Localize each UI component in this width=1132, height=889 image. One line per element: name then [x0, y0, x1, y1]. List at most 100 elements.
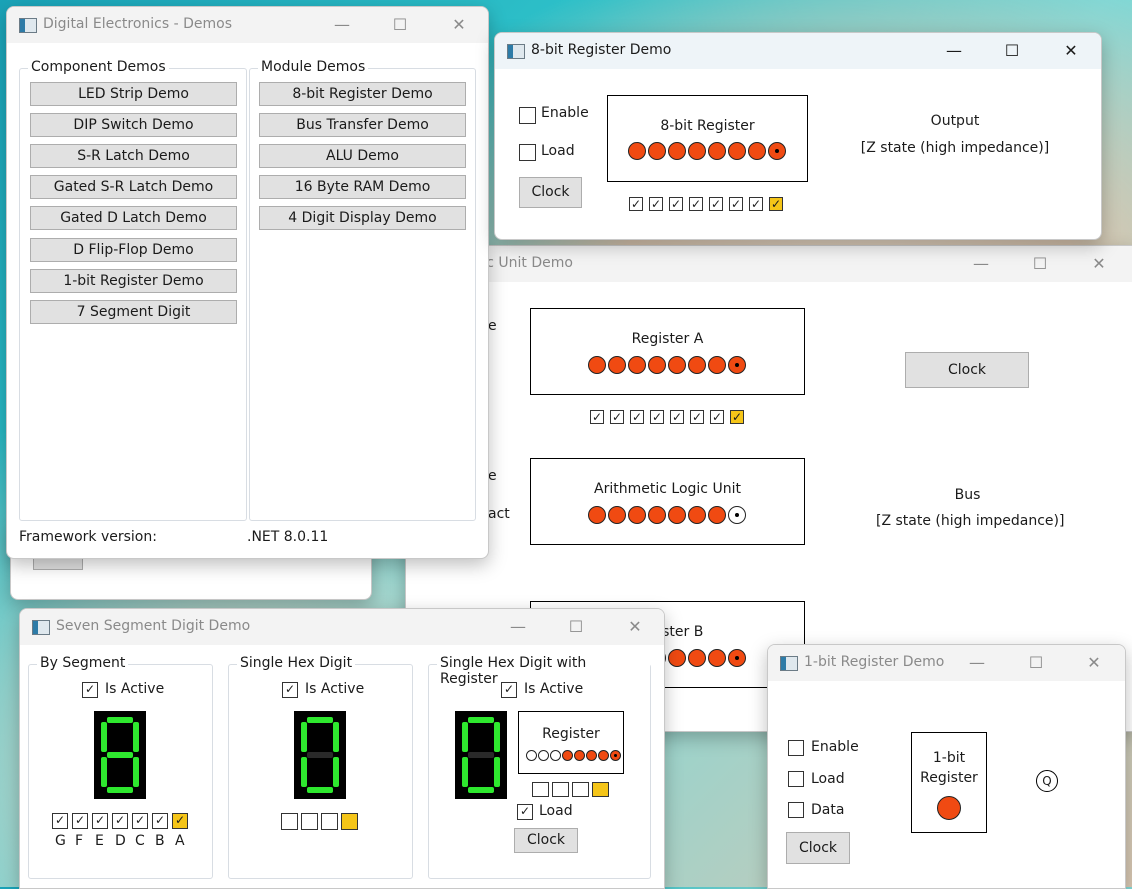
data-label: Data	[811, 802, 845, 818]
bit-checkbox[interactable]: ✓	[610, 410, 624, 424]
is-active-checkbox[interactable]: ✓	[501, 682, 517, 698]
segment-checkbox[interactable]: ✓	[152, 813, 168, 829]
bit-checkbox[interactable]: ✓	[649, 197, 663, 211]
minimize-icon[interactable]: —	[969, 252, 993, 276]
is-active-label: Is Active	[105, 681, 165, 697]
hex-bit-checkbox[interactable]	[321, 813, 338, 830]
segment-g	[468, 752, 494, 758]
window-app-icon	[780, 656, 798, 671]
enable-checkbox[interactable]	[788, 740, 804, 756]
load-checkbox[interactable]	[519, 144, 536, 161]
close-icon[interactable]: ✕	[1059, 39, 1083, 63]
d-flip-flop-demo-button[interactable]: D Flip-Flop Demo	[30, 238, 237, 262]
led	[608, 506, 626, 524]
bus-transfer-demo-button[interactable]: Bus Transfer Demo	[259, 113, 466, 137]
bit-checkbox[interactable]: ✓	[769, 197, 783, 211]
dip-switch-demo-button[interactable]: DIP Switch Demo	[30, 113, 237, 137]
load-checkbox[interactable]	[788, 771, 804, 787]
segment-checkbox[interactable]: ✓	[92, 813, 108, 829]
maximize-icon[interactable]: ☐	[1028, 252, 1052, 276]
segment-c	[333, 757, 339, 787]
alu-titlebar[interactable]: Arithmetic Logic Unit Demo — ☐ ✕	[406, 246, 1132, 282]
is-active-checkbox[interactable]: ✓	[82, 682, 98, 698]
hex-bit-checkbox[interactable]	[281, 813, 298, 830]
register8-clock-button[interactable]: Clock	[519, 177, 582, 208]
enable-checkbox[interactable]	[519, 107, 536, 124]
close-icon[interactable]: ✕	[447, 13, 471, 37]
framework-version-label: Framework version:	[19, 529, 157, 545]
register1-clock-button[interactable]: Clock	[786, 832, 850, 864]
component-demos-group: Component Demos LED Strip Demo DIP Switc…	[19, 59, 247, 521]
led	[598, 750, 609, 761]
close-icon[interactable]: ✕	[623, 615, 647, 639]
bit-checkbox[interactable]: ✓	[709, 197, 723, 211]
segment-checkbox[interactable]: ✓	[172, 813, 188, 829]
segment-checkbox[interactable]: ✓	[72, 813, 88, 829]
gated-sr-latch-demo-button[interactable]: Gated S-R Latch Demo	[30, 175, 237, 199]
register1-titlebar[interactable]: 1-bit Register Demo — ☐ ✕	[768, 645, 1125, 681]
data-checkbox[interactable]	[788, 802, 804, 818]
segment-checkbox[interactable]: ✓	[112, 813, 128, 829]
hex-register-clock-button[interactable]: Clock	[514, 828, 578, 853]
sr-latch-demo-button[interactable]: S-R Latch Demo	[30, 144, 237, 168]
bit-checkbox[interactable]: ✓	[590, 410, 604, 424]
7-segment-digit-button[interactable]: 7 Segment Digit	[30, 300, 237, 324]
led-strip-demo-button[interactable]: LED Strip Demo	[30, 82, 237, 106]
bit-checkbox[interactable]: ✓	[630, 410, 644, 424]
close-icon[interactable]: ✕	[1087, 252, 1111, 276]
framework-version-value: .NET 8.0.11	[247, 529, 329, 545]
maximize-icon[interactable]: ☐	[1000, 39, 1024, 63]
minimize-icon[interactable]: —	[942, 39, 966, 63]
segment-d	[307, 787, 333, 793]
segment-e	[301, 757, 307, 787]
seven-segment-window: Seven Segment Digit Demo — ☐ ✕ By Segmen…	[19, 608, 665, 889]
hex-bit-checkbox[interactable]	[301, 813, 318, 830]
maximize-icon[interactable]: ☐	[564, 615, 588, 639]
maximize-icon[interactable]: ☐	[1024, 651, 1048, 675]
8-bit-register-demo-button[interactable]: 8-bit Register Demo	[259, 82, 466, 106]
segment-letter: A	[175, 833, 185, 849]
is-active-checkbox[interactable]: ✓	[282, 682, 298, 698]
bit-checkbox[interactable]: ✓	[730, 410, 744, 424]
1-bit-register-demo-button[interactable]: 1-bit Register Demo	[30, 269, 237, 293]
hex-bit-checkbox[interactable]	[572, 782, 589, 797]
demos-window-title: Digital Electronics - Demos	[43, 16, 232, 32]
bit-checkbox[interactable]: ✓	[669, 197, 683, 211]
demos-titlebar[interactable]: Digital Electronics - Demos — ☐ ✕	[7, 7, 488, 43]
bus-label: Bus	[954, 487, 981, 503]
bit-checkbox[interactable]: ✓	[749, 197, 763, 211]
bit-checkbox[interactable]: ✓	[670, 410, 684, 424]
hex-bit-checkbox[interactable]	[341, 813, 358, 830]
bit-checkbox[interactable]: ✓	[629, 197, 643, 211]
minimize-icon[interactable]: —	[506, 615, 530, 639]
alu-clock-button[interactable]: Clock	[905, 352, 1029, 388]
hex-bit-checkbox[interactable]	[552, 782, 569, 797]
close-icon[interactable]: ✕	[1082, 651, 1106, 675]
16-byte-ram-demo-button[interactable]: 16 Byte RAM Demo	[259, 175, 466, 199]
hex-bit-checkbox[interactable]	[532, 782, 549, 797]
alu-box: Arithmetic Logic Unit	[530, 458, 805, 545]
load-checkbox[interactable]: ✓	[517, 804, 533, 820]
alu-demo-button[interactable]: ALU Demo	[259, 144, 466, 168]
bit-checkbox[interactable]: ✓	[690, 410, 704, 424]
register8-titlebar[interactable]: 8-bit Register Demo — ☐ ✕	[495, 33, 1101, 69]
bit-checkbox[interactable]: ✓	[689, 197, 703, 211]
segment-checkbox[interactable]: ✓	[132, 813, 148, 829]
bit-checkbox[interactable]: ✓	[729, 197, 743, 211]
segment-letter: C	[135, 833, 145, 849]
gated-d-latch-demo-button[interactable]: Gated D Latch Demo	[30, 206, 237, 230]
load-label: Load	[541, 143, 575, 159]
hex-bit-checkbox[interactable]	[592, 782, 609, 797]
maximize-icon[interactable]: ☐	[388, 13, 412, 37]
4-digit-display-demo-button[interactable]: 4 Digit Display Demo	[259, 206, 466, 230]
segment-checkbox[interactable]: ✓	[52, 813, 68, 829]
module-demos-label: Module Demos	[258, 59, 369, 75]
seven-segment-titlebar[interactable]: Seven Segment Digit Demo — ☐ ✕	[20, 609, 664, 645]
bit-checkbox[interactable]: ✓	[650, 410, 664, 424]
single-hex-group: Single Hex Digit ✓ Is Active	[228, 655, 413, 879]
minimize-icon[interactable]: —	[330, 13, 354, 37]
led	[688, 506, 706, 524]
minimize-icon[interactable]: —	[965, 651, 989, 675]
bit-checkbox[interactable]: ✓	[710, 410, 724, 424]
led	[610, 750, 621, 761]
